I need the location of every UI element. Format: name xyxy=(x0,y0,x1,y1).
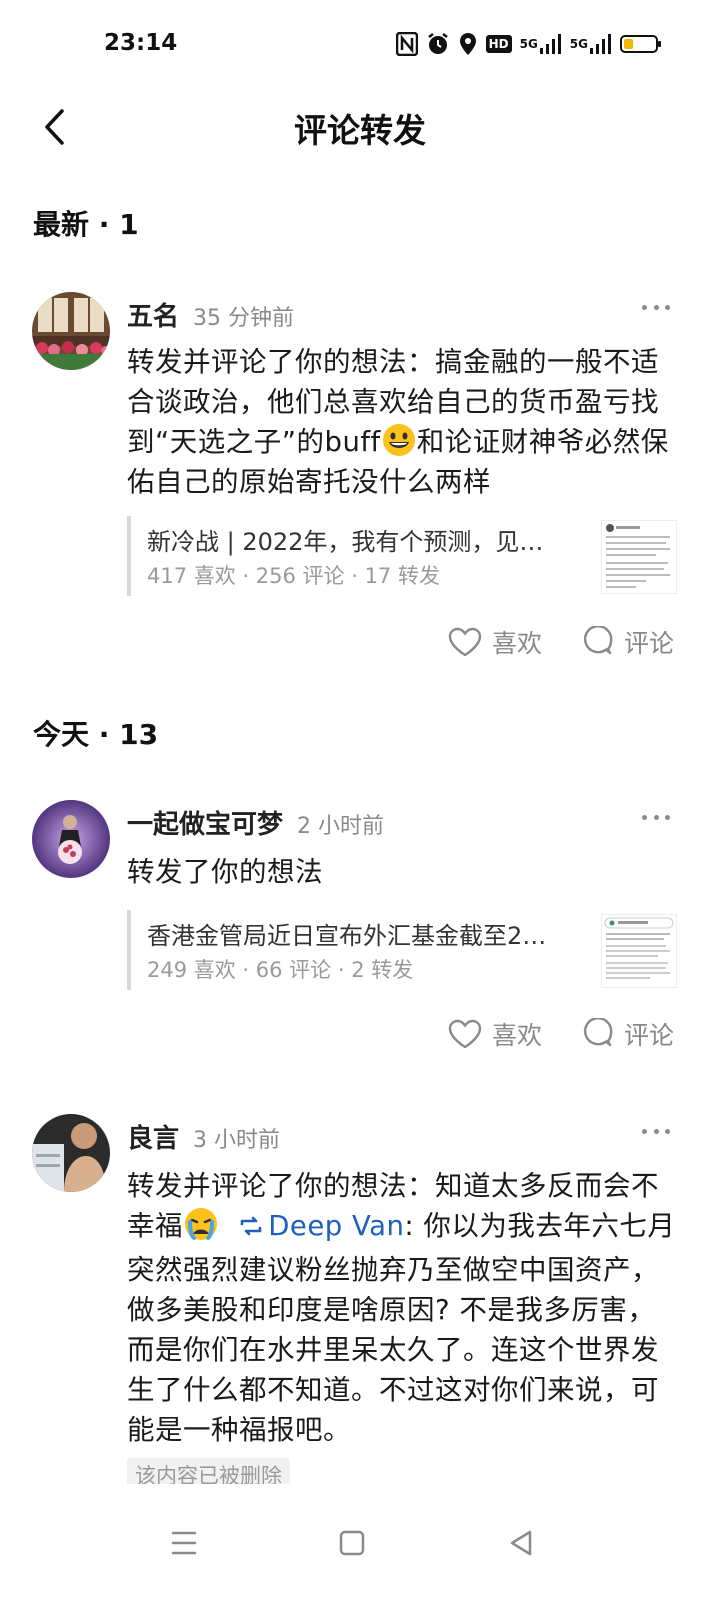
more-button[interactable] xyxy=(642,1122,670,1140)
heart-icon xyxy=(448,1019,482,1049)
alarm-icon xyxy=(426,31,450,57)
menu-icon xyxy=(171,1531,197,1555)
comment-text: 转发了你的想法 xyxy=(127,856,323,888)
nfc-icon xyxy=(395,31,418,57)
comment-user[interactable]: 五名 35 分钟前 xyxy=(127,296,294,333)
comment-button[interactable]: 评论 xyxy=(582,624,674,660)
quote-stats: 417 喜欢 · 256 评论 · 17 转发 xyxy=(147,564,440,588)
user-name[interactable]: 五名 xyxy=(127,302,179,332)
comment-item: 五名 35 分钟前 转发并评论了你的想法：搞金融的一般不适合谈政治，他们总喜欢给自… xyxy=(0,290,720,670)
user-name[interactable]: 一起做宝可梦 xyxy=(127,810,283,840)
comment-time: 35 分钟前 xyxy=(193,306,295,331)
header: 评论转发 xyxy=(0,90,720,170)
mentioned-user-link[interactable]: Deep Van xyxy=(268,1210,404,1242)
more-button[interactable] xyxy=(642,298,670,316)
comment-user[interactable]: 一起做宝可梦 2 小时前 xyxy=(127,804,384,841)
quoted-post[interactable]: 新冷战 | 2022年，我有个预测，见… 417 喜欢 · 256 评论 · 1… xyxy=(127,516,679,596)
like-button[interactable]: 喜欢 xyxy=(448,624,542,660)
like-label: 喜欢 xyxy=(491,1021,542,1050)
avatar[interactable] xyxy=(32,1114,110,1192)
like-button[interactable]: 喜欢 xyxy=(448,1016,542,1052)
more-button[interactable] xyxy=(642,808,670,826)
comment-label: 评论 xyxy=(623,629,674,658)
quoted-post[interactable]: 香港金管局近日宣布外汇基金截至2… 249 喜欢 · 66 评论 · 2 转发 xyxy=(127,910,679,990)
status-time: 23:14 xyxy=(104,30,178,56)
page-title: 评论转发 xyxy=(294,111,426,150)
status-bar: 23:14 HD 5G 5G xyxy=(0,0,720,90)
comment-bubble-icon xyxy=(583,626,613,655)
comment-time: 2 小时前 xyxy=(297,814,385,839)
quote-stats: 249 喜欢 · 66 评论 · 2 转发 xyxy=(147,958,414,982)
signal-5g-icon: 5G xyxy=(520,31,562,57)
comment-button[interactable]: 评论 xyxy=(582,1016,674,1052)
like-label: 喜欢 xyxy=(491,629,542,658)
quote-thumbnail xyxy=(601,520,677,594)
hd-label: HD xyxy=(485,35,512,53)
back-triangle-icon xyxy=(510,1530,532,1556)
home-square-icon xyxy=(339,1530,365,1556)
heart-icon xyxy=(448,627,482,657)
location-icon xyxy=(458,31,478,57)
repost-icon xyxy=(238,1210,264,1250)
back-nav-button[interactable] xyxy=(496,1518,546,1568)
network-label-2: 5G xyxy=(569,37,588,51)
quote-title: 香港金管局近日宣布外汇基金截至2… xyxy=(147,922,547,950)
hd-icon: HD xyxy=(485,31,512,57)
status-icons: HD 5G 5G xyxy=(395,30,661,58)
quote-title: 新冷战 | 2022年，我有个预测，见… xyxy=(147,528,544,556)
system-nav-bar xyxy=(0,1484,720,1600)
user-name[interactable]: 良言 xyxy=(127,1124,179,1154)
section-title-today: 今天 · 13 xyxy=(33,718,159,751)
section-title-latest: 最新 · 1 xyxy=(33,208,139,241)
comment-actions: 喜欢 评论 xyxy=(448,620,674,664)
comment-label: 评论 xyxy=(623,1021,674,1050)
comment-text: 转发并评论了你的想法：搞金融的一般不适合谈政治，他们总喜欢给自己的货币盈亏找到“… xyxy=(127,342,677,502)
quote-thumbnail xyxy=(601,914,677,988)
comment-user[interactable]: 良言 3 小时前 xyxy=(127,1118,280,1155)
comment-text-part: : 你以为我去年六七月突然强烈建议粉丝抛弃乃至做空中国资产，做多美股和印度是啥原… xyxy=(127,1210,676,1446)
avatar[interactable] xyxy=(32,292,110,370)
signal-5g-icon: 5G xyxy=(570,31,612,57)
comment-item: 一起做宝可梦 2 小时前 转发了你的想法 香港金管局近日宣布外汇基金截至2… 24… xyxy=(0,800,720,1070)
menu-button[interactable] xyxy=(159,1518,209,1568)
crying-emoji xyxy=(184,1207,218,1241)
comment-actions: 喜欢 评论 xyxy=(448,1012,674,1056)
battery-icon xyxy=(620,31,661,57)
home-button[interactable] xyxy=(327,1518,377,1568)
grinning-emoji xyxy=(382,423,416,457)
comment-item: 良言 3 小时前 转发并评论了你的想法：知道太多反而会不幸福 Deep Van: … xyxy=(0,1114,720,1484)
comment-time: 3 小时前 xyxy=(193,1128,281,1153)
comment-bubble-icon xyxy=(583,1018,613,1047)
avatar[interactable] xyxy=(32,800,110,878)
network-label-1: 5G xyxy=(519,37,538,51)
comment-text: 转发并评论了你的想法：知道太多反而会不幸福 Deep Van: 你以为我去年六七… xyxy=(127,1166,677,1450)
